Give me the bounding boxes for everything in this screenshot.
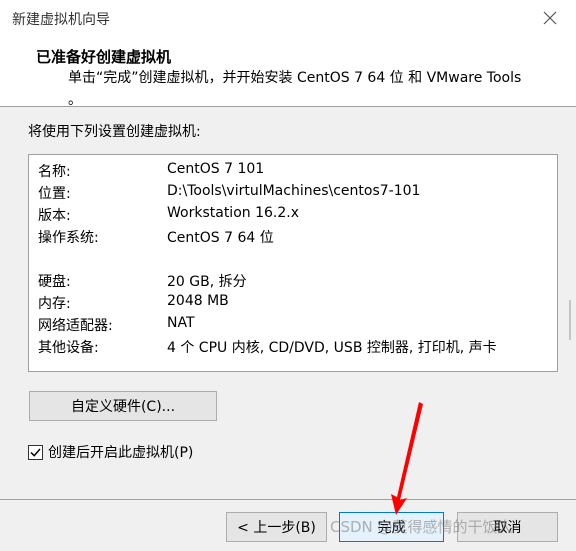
red-arrow-annotation	[391, 402, 423, 515]
summary-label: 版本:	[38, 208, 71, 224]
page-title: 已准备好创建虚拟机	[36, 48, 172, 66]
power-on-option[interactable]: 创建后开启此虚拟机(P)	[28, 441, 193, 463]
summary-value: CentOS 7 101	[167, 161, 265, 177]
summary-value: Workstation 16.2.x	[167, 205, 299, 221]
window-title: 新建虚拟机向导	[12, 12, 110, 28]
settings-intro: 将使用下列设置创建虚拟机:	[28, 124, 201, 140]
summary-row-network: 网络适配器: NAT	[29, 312, 557, 334]
summary-label: 操作系统:	[38, 230, 99, 246]
summary-row-os: 操作系统: CentOS 7 64 位	[29, 224, 557, 246]
summary-row-version: 版本: Workstation 16.2.x	[29, 202, 557, 224]
page-description: 单击“完成”创建虚拟机，并开始安装 CentOS 7 64 位 和 VMware…	[68, 70, 522, 86]
power-on-label: 创建后开启此虚拟机(P)	[48, 445, 194, 461]
summary-row-disk: 硬盘: 20 GB, 拆分	[29, 268, 557, 290]
close-icon	[543, 11, 557, 25]
summary-row-devices: 其他设备: 4 个 CPU 内核, CD/DVD, USB 控制器, 打印机, …	[29, 334, 557, 356]
summary-label: 硬盘:	[38, 274, 71, 290]
wizard-header: 已准备好创建虚拟机 单击“完成”创建虚拟机，并开始安装 CentOS 7 64 …	[0, 36, 576, 108]
resize-grip-icon[interactable]	[568, 300, 572, 340]
summary-label: 内存:	[38, 296, 71, 312]
summary-value: CentOS 7 64 位	[167, 230, 274, 246]
cancel-button[interactable]: 取消	[457, 512, 558, 542]
summary-row-location: 位置: D:\Tools\virtulMachines\centos7-101	[29, 180, 557, 202]
summary-value: NAT	[167, 315, 195, 331]
summary-row-name: 名称: CentOS 7 101	[29, 158, 557, 180]
settings-summary: 名称: CentOS 7 101 位置: D:\Tools\virtulMach…	[28, 154, 558, 372]
summary-row-memory: 内存: 2048 MB	[29, 290, 557, 312]
power-on-checkbox[interactable]	[28, 444, 43, 460]
summary-value: 2048 MB	[167, 293, 229, 309]
summary-label: 位置:	[38, 186, 71, 202]
summary-value: 20 GB, 拆分	[167, 274, 247, 290]
back-button[interactable]: < 上一步(B)	[226, 512, 327, 542]
close-button[interactable]	[536, 6, 564, 30]
customize-hardware-button[interactable]: 自定义硬件(C)...	[29, 391, 217, 421]
summary-label: 名称:	[38, 164, 71, 180]
summary-value: 4 个 CPU 内核, CD/DVD, USB 控制器, 打印机, 声卡	[167, 340, 497, 356]
finish-button[interactable]: 完成	[339, 512, 444, 542]
summary-label: 网络适配器:	[38, 318, 113, 334]
title-bar: 新建虚拟机向导	[0, 0, 576, 36]
footer-divider	[0, 499, 576, 500]
checkmark-icon	[30, 448, 41, 457]
summary-value: D:\Tools\virtulMachines\centos7-101	[167, 183, 421, 199]
header-divider	[0, 106, 576, 107]
summary-label: 其他设备:	[38, 340, 99, 356]
